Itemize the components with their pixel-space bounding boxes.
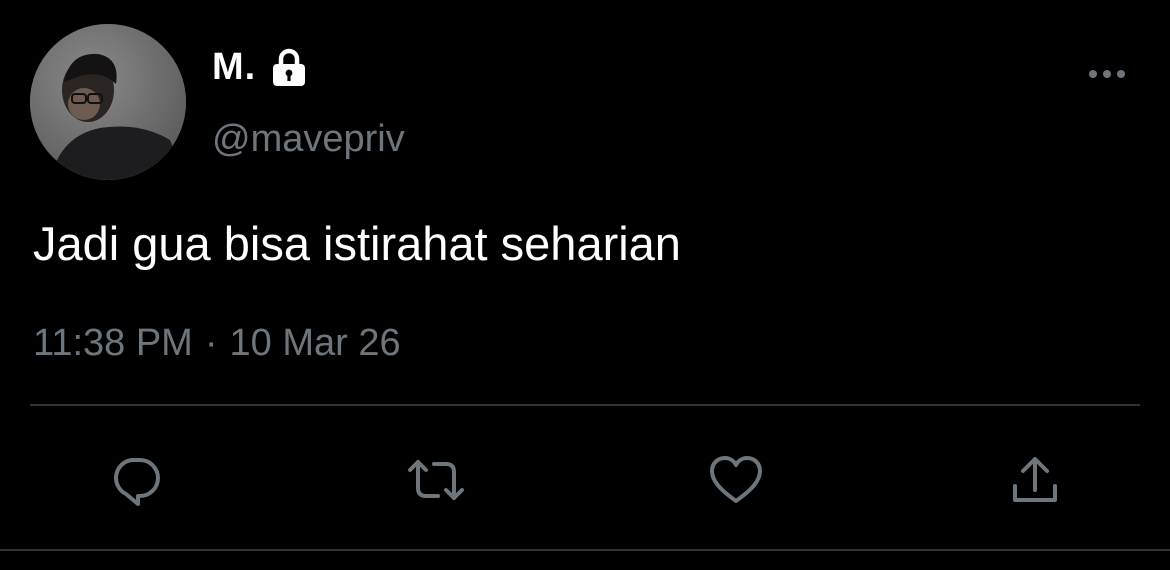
lock-icon — [270, 47, 308, 87]
author-name-row: M. — [212, 44, 308, 90]
heart-icon — [707, 454, 765, 506]
tweet-text: Jadi gua bisa istirahat seharian — [33, 217, 681, 270]
retweet-icon — [404, 454, 468, 506]
share-icon — [1007, 454, 1063, 506]
divider — [30, 404, 1140, 406]
divider — [0, 549, 1170, 551]
tweet-date: 10 Mar 26 — [229, 322, 401, 364]
avatar[interactable] — [30, 24, 186, 180]
display-name[interactable]: M. — [212, 46, 256, 89]
tweet-time: 11:38 PM — [33, 322, 193, 364]
meta-separator: · — [204, 322, 218, 364]
retweet-button[interactable] — [406, 452, 466, 508]
like-button[interactable] — [706, 452, 766, 508]
reply-button[interactable] — [106, 452, 166, 508]
more-horizontal-icon[interactable] — [1086, 62, 1128, 86]
share-button[interactable] — [1005, 452, 1065, 508]
tweet-timestamp[interactable]: 11:38 PM · 10 Mar 26 — [33, 322, 401, 365]
reply-icon — [108, 454, 164, 506]
user-handle[interactable]: @mavepriv — [212, 118, 405, 161]
